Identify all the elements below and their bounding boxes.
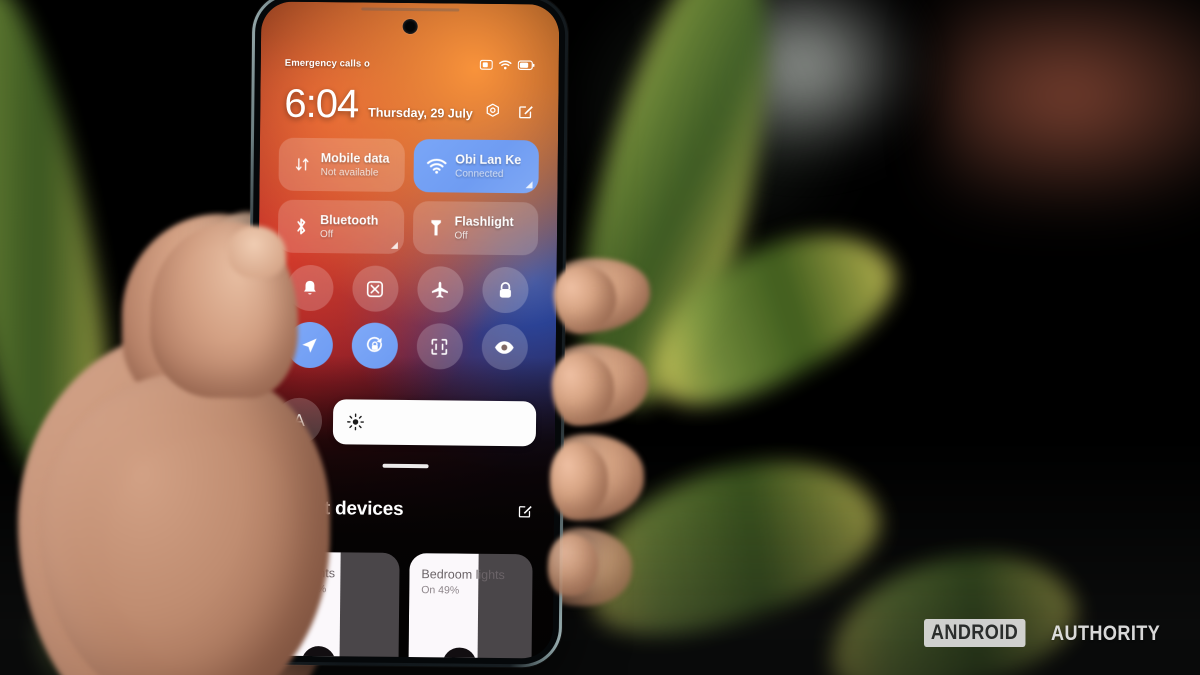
tile-expand-corner[interactable] <box>390 241 398 249</box>
background-brick-wall <box>940 0 1200 210</box>
tile-subtitle: Connected <box>455 168 504 181</box>
flashlight-icon <box>423 218 447 237</box>
eye-icon <box>494 340 514 354</box>
tile-title: Obi Lan Ke <box>455 152 522 168</box>
screenshot-icon <box>366 280 384 297</box>
settings-gear-icon[interactable] <box>484 103 501 120</box>
toggle-lock[interactable] <box>481 266 529 314</box>
status-bar-spacer <box>370 64 480 65</box>
rotation-lock-icon <box>366 336 382 352</box>
toggle-reading-mode[interactable] <box>481 323 528 371</box>
lock-icon <box>499 281 511 298</box>
watermark-suffix-box: AUTHORITY <box>1051 623 1178 644</box>
toggle-screenshot[interactable] <box>351 265 399 312</box>
wifi-icon <box>499 60 512 70</box>
mobile-data-icon <box>290 156 314 173</box>
brightness-sun-icon <box>347 413 364 430</box>
brightness-slider[interactable] <box>332 398 537 446</box>
toggle-scanner[interactable] <box>416 323 463 370</box>
tile-bluetooth[interactable]: Bluetooth Off <box>277 199 404 254</box>
tile-text: Mobile data Not available <box>321 151 390 179</box>
tile-mobile-data[interactable]: Mobile data Not available <box>278 137 405 192</box>
location-icon <box>302 338 317 353</box>
tile-text: Bluetooth Off <box>320 213 379 241</box>
clock-time: 6:04 <box>284 81 359 127</box>
brightness-row: A <box>275 397 537 447</box>
device-state: On 49% <box>421 584 460 597</box>
tile-wifi[interactable]: Obi Lan Ke Connected <box>412 139 539 194</box>
circle-toggle-grid <box>277 264 538 371</box>
toggle-airplane-mode[interactable] <box>416 266 464 313</box>
device-name: Bedroom lights <box>421 567 505 583</box>
device-card-text: Bedroom lights On 49% <box>421 567 520 597</box>
front-camera-punch-hole <box>402 18 418 35</box>
scanner-icon <box>431 338 448 355</box>
tile-flashlight[interactable]: Flashlight Off <box>412 201 539 256</box>
wifi-icon <box>424 158 448 174</box>
tile-title: Mobile data <box>320 151 390 166</box>
carrier-label: Emergency calls o <box>284 57 370 70</box>
tile-subtitle: Off <box>454 230 468 242</box>
watermark-authority-label: AUTHORITY <box>1051 621 1161 645</box>
photo-canvas: Emergency calls o 6:04 Thursday, 29 July… <box>0 0 1200 675</box>
smart-devices-spacer <box>403 499 517 500</box>
battery-icon <box>517 60 535 71</box>
status-bar: Emergency calls o <box>261 53 559 74</box>
watermark-android-label: ANDROID <box>923 619 1025 647</box>
watermark-brand-box: ANDROID <box>923 619 1042 647</box>
watermark: ANDROID AUTHORITY <box>923 619 1179 647</box>
tile-text: Flashlight Off <box>454 214 513 242</box>
tile-subtitle: Off <box>319 229 334 241</box>
quick-settings-tiles: Mobile data Not available Obi Lan Ke Con… <box>277 137 539 256</box>
edit-icon[interactable] <box>517 103 534 120</box>
palm-overlap <box>40 372 330 675</box>
toggle-rotation-lock[interactable] <box>351 322 398 369</box>
tile-title: Flashlight <box>454 214 514 230</box>
panel-drag-handle[interactable] <box>382 463 429 469</box>
tile-subtitle: Not available <box>320 167 379 179</box>
header-actions <box>484 103 534 121</box>
tile-title: Bluetooth <box>320 213 379 228</box>
thumb-tip-overlap <box>228 226 286 278</box>
tile-expand-corner[interactable] <box>525 181 533 189</box>
bell-icon <box>304 280 316 295</box>
status-bar-icons <box>479 59 535 71</box>
airplane-icon <box>431 281 448 298</box>
power-button[interactable] <box>247 152 253 226</box>
sim-card-icon <box>479 59 493 70</box>
clock-row: 6:04 Thursday, 29 July <box>260 81 558 127</box>
device-card-bedroom-lights[interactable]: Bedroom lights On 49% <box>408 553 533 659</box>
edit-icon[interactable] <box>517 503 533 519</box>
clock-date: Thursday, 29 July <box>368 105 473 121</box>
bluetooth-icon <box>289 217 313 236</box>
tile-text: Obi Lan Ke Connected <box>455 152 521 180</box>
